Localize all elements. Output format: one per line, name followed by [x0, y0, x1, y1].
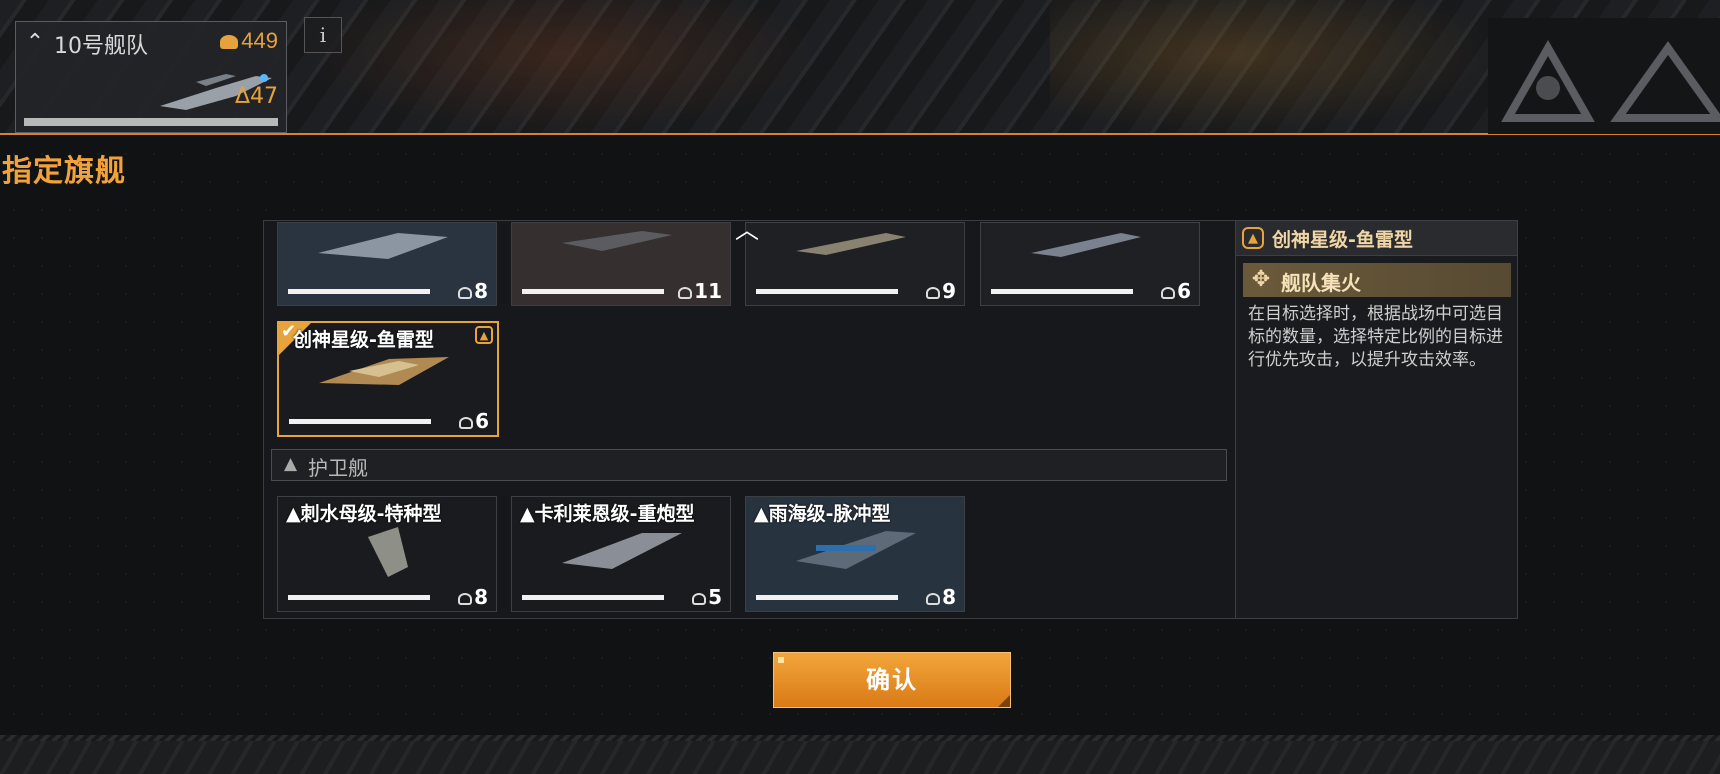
- crosshair-icon: ✥: [1251, 267, 1271, 292]
- cost-icon: [459, 416, 474, 429]
- ship-hp-bar: [756, 595, 898, 600]
- ship-cost: 8: [926, 585, 956, 609]
- ship-name: ▲卡利莱恩级-重炮型: [520, 503, 695, 525]
- info-button[interactable]: i: [304, 17, 342, 53]
- cost-icon: [458, 286, 473, 299]
- ship-name: ▲刺水母级-特种型: [286, 503, 442, 525]
- fleet-name: 10号舰队: [54, 34, 148, 59]
- ship-name: ▲雨海级-脉冲型: [754, 503, 891, 525]
- fleet-power: 449: [220, 28, 278, 54]
- detail-ship-name: 创神星级-鱼雷型: [1272, 229, 1413, 251]
- skill-description: 在目标选择时，根据战场中可选目标的数量，选择特定比例的目标进行优先攻击，以提升攻…: [1248, 304, 1503, 370]
- ship-hp-bar: [756, 289, 898, 294]
- ship-card[interactable]: 8: [277, 222, 497, 306]
- rank-icon: ▲: [475, 326, 493, 344]
- ship-cost: 9: [926, 279, 956, 303]
- fleet-hp-bar: [24, 118, 278, 126]
- ship-hp-bar: [289, 419, 431, 424]
- chevron-up-icon[interactable]: ⌃: [22, 30, 48, 56]
- ship-hp-bar: [991, 289, 1133, 294]
- ship-cost: 6: [459, 409, 489, 433]
- page-title: 指定旗舰: [2, 154, 126, 189]
- ship-hp-bar: [288, 289, 430, 294]
- fleet-card[interactable]: ⌃ 10号舰队 449 Δ47: [15, 21, 287, 133]
- confirm-button[interactable]: 确认: [773, 652, 1011, 708]
- bottom-scene-background: [0, 741, 1720, 774]
- ship-card[interactable]: 11: [511, 222, 731, 306]
- section-header-escort[interactable]: ▲ 护卫舰: [271, 449, 1227, 481]
- ship-card-selected[interactable]: ✔ 创神星级-鱼雷型 ▲ 6: [277, 321, 499, 437]
- cost-icon: [926, 592, 941, 605]
- ship-hp-bar: [522, 595, 664, 600]
- detail-header: ▲ 创神星级-鱼雷型: [1236, 221, 1517, 256]
- ship-cost: 8: [458, 279, 488, 303]
- ship-card[interactable]: ▲雨海级-脉冲型 8: [745, 496, 965, 612]
- cost-icon: [926, 286, 941, 299]
- ship-cost: 8: [458, 585, 488, 609]
- ship-card[interactable]: ▲刺水母级-特种型 8: [277, 496, 497, 612]
- ship-detail-panel: ▲ 创神星级-鱼雷型 ✥ 舰队集火 在目标选择时，根据战场中可选目标的数量，选择…: [1235, 220, 1518, 619]
- ship-hp-bar: [522, 289, 664, 294]
- decor-dot: [778, 657, 784, 663]
- triangle-icon: ▲: [284, 454, 298, 474]
- faction-emblem-icon: [1488, 18, 1720, 134]
- ship-card[interactable]: 6: [980, 222, 1200, 306]
- skill-name: 舰队集火: [1281, 271, 1361, 295]
- header-divider: [0, 133, 1720, 135]
- cost-icon: [678, 286, 693, 299]
- ship-card[interactable]: 9: [745, 222, 965, 306]
- cost-icon: [1161, 286, 1176, 299]
- confirm-label: 确认: [866, 666, 918, 694]
- fleet-delta: Δ47: [234, 84, 278, 109]
- cost-icon: [692, 592, 707, 605]
- ship-name: 创神星级-鱼雷型: [293, 329, 434, 351]
- decor-notch: [998, 695, 1010, 707]
- rank-icon: ▲: [1242, 227, 1264, 249]
- ship-card[interactable]: ▲卡利莱恩级-重炮型 5: [511, 496, 731, 612]
- scroll-up-icon[interactable]: ︿: [735, 218, 759, 242]
- ship-hp-bar: [288, 595, 430, 600]
- power-icon: [220, 35, 239, 50]
- ship-cost: 5: [692, 585, 722, 609]
- ship-cost: 6: [1161, 279, 1191, 303]
- skill-row[interactable]: ✥ 舰队集火: [1243, 263, 1511, 297]
- section-label: 护卫舰: [308, 456, 368, 480]
- fleet-power-value: 449: [241, 28, 278, 53]
- ship-cost: 11: [678, 279, 722, 303]
- cost-icon: [458, 592, 473, 605]
